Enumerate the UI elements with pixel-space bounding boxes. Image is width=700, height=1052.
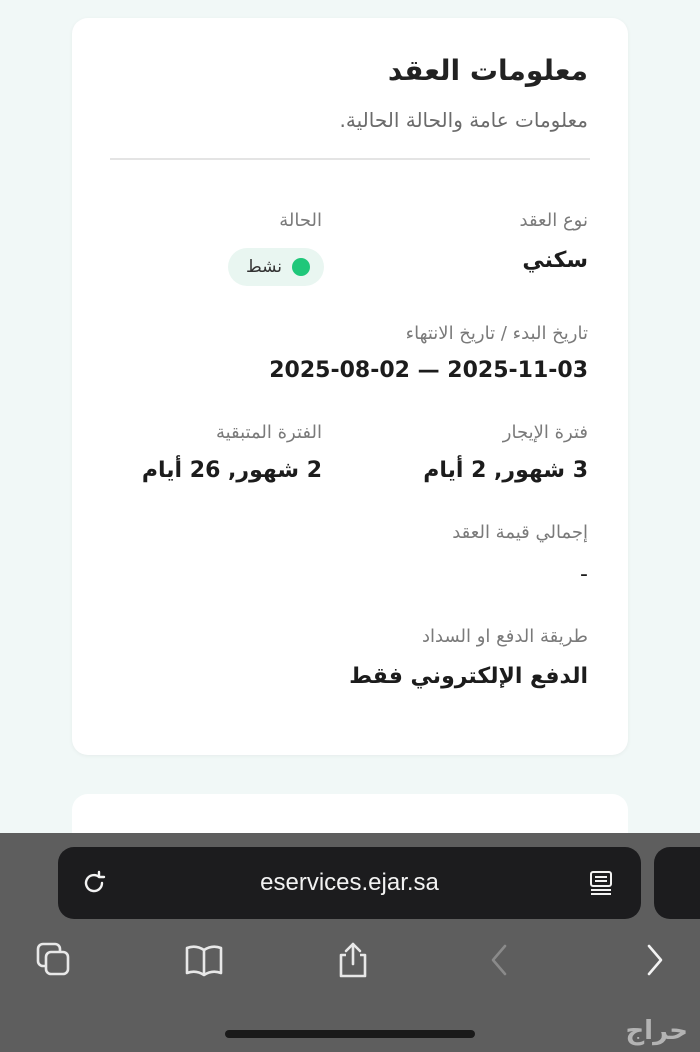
reload-icon[interactable] bbox=[80, 869, 108, 897]
remaining-period-label: الفترة المتبقية bbox=[215, 422, 322, 443]
contract-info-card: معلومات العقد معلومات عامة والحالة الحال… bbox=[72, 18, 628, 755]
status-badge: نشط bbox=[227, 248, 324, 286]
payment-method-label: طريقة الدفع او السداد bbox=[421, 626, 588, 647]
next-tab-preview[interactable] bbox=[654, 847, 700, 919]
page: معلومات العقد معلومات عامة والحالة الحال… bbox=[0, 0, 700, 1052]
status-label: الحالة bbox=[279, 210, 322, 231]
bookmarks-icon[interactable] bbox=[184, 940, 224, 980]
status-text: نشط bbox=[245, 257, 282, 277]
lease-period-label: فترة الإيجار bbox=[502, 422, 588, 443]
status-dot-icon bbox=[292, 258, 310, 276]
chevron-right-icon[interactable] bbox=[634, 940, 674, 980]
home-indicator[interactable] bbox=[225, 1030, 475, 1038]
reader-mode-icon[interactable] bbox=[587, 869, 615, 897]
contract-type-value: سكني bbox=[522, 248, 588, 273]
tabs-icon[interactable] bbox=[34, 940, 74, 980]
total-value-value: - bbox=[580, 562, 588, 587]
share-icon[interactable] bbox=[333, 940, 373, 980]
payment-method-value: الدفع الإلكتروني فقط bbox=[349, 664, 588, 689]
card-subtitle: معلومات عامة والحالة الحالية. bbox=[339, 108, 588, 132]
contract-type-label: نوع العقد bbox=[519, 210, 589, 231]
lease-period-value: 3 شهور, 2 أيام bbox=[423, 458, 588, 483]
remaining-period-value: 2 شهور, 26 أيام bbox=[141, 458, 322, 483]
watermark-logo: حراج bbox=[625, 1016, 688, 1046]
chevron-left-icon[interactable] bbox=[480, 940, 520, 980]
dates-label: تاريخ البدء / تاريخ الانتهاء bbox=[405, 323, 588, 344]
url-text[interactable]: eservices.ejar.sa bbox=[260, 869, 439, 897]
address-bar[interactable]: eservices.ejar.sa bbox=[58, 847, 641, 919]
divider bbox=[110, 158, 590, 160]
total-value-label: إجمالي قيمة العقد bbox=[452, 522, 588, 543]
card-title: معلومات العقد bbox=[387, 54, 588, 87]
dates-value: 2025-08-02 — 2025-11-03 bbox=[269, 358, 588, 383]
